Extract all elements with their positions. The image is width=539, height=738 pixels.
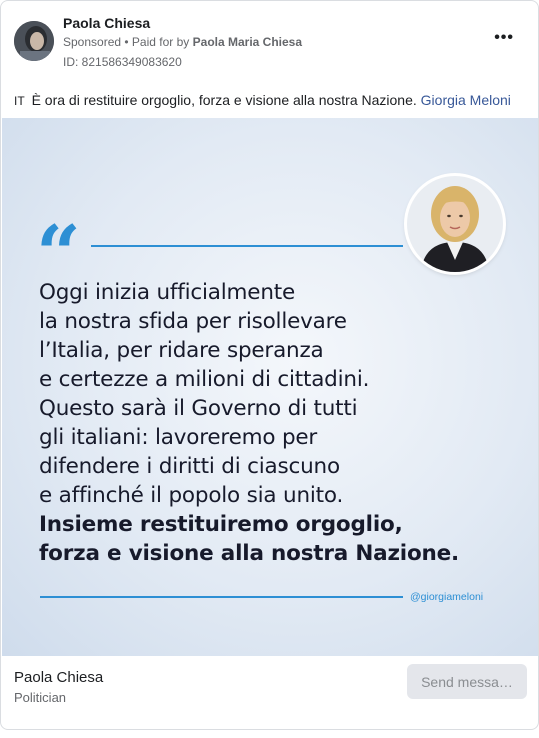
bottom-divider	[40, 596, 403, 598]
quote-line: la nostra sfida per risollevare	[39, 309, 347, 334]
quote-line: e certezze a milioni di cittadini.	[39, 367, 370, 392]
portrait-illustration	[407, 176, 503, 272]
ad-footer: Paola Chiesa Politician Send messa…	[1, 656, 538, 729]
ad-id: ID: 821586349083620	[63, 55, 182, 69]
quote-text: Oggi inizia ufficialmente la nostra sfid…	[39, 278, 509, 568]
ad-creative-image[interactable]: “ Oggi inizia ufficialmente la nostra sf…	[2, 118, 538, 656]
author-avatar[interactable]	[14, 21, 54, 61]
quote-line: gli italiani: lavoreremo per	[39, 425, 318, 450]
more-options-icon[interactable]: •••	[494, 29, 514, 47]
post-caption: IT È ora di restituire orgoglio, forza e…	[14, 92, 529, 108]
language-tag: IT	[14, 94, 25, 108]
caption-link[interactable]: Giorgia Meloni	[421, 92, 511, 108]
send-message-button[interactable]: Send messa…	[407, 664, 527, 699]
post-header: Paola Chiesa Sponsored • Paid for by Pao…	[1, 1, 538, 86]
portrait-photo	[407, 176, 503, 272]
avatar-photo	[14, 21, 54, 61]
ad-card: Paola Chiesa Sponsored • Paid for by Pao…	[0, 0, 539, 730]
top-divider	[91, 245, 403, 247]
quote-line-bold: Insieme restituiremo orgoglio,	[39, 512, 403, 537]
page-name[interactable]: Paola Chiesa	[14, 669, 103, 686]
caption-text: È ora di restituire orgoglio, forza e vi…	[31, 92, 417, 108]
quote-line: difendere i diritti di ciascuno	[39, 454, 340, 479]
page-category: Politician	[14, 690, 67, 705]
quote-line: l’Italia, per ridare speranza	[39, 338, 324, 363]
quote-line: Oggi inizia ufficialmente	[39, 280, 296, 305]
social-handle: @giorgiameloni	[410, 591, 484, 603]
quote-line: Questo sarà il Governo di tutti	[39, 396, 358, 421]
sponsored-meta: Sponsored • Paid for by Paola Maria Chie…	[63, 35, 302, 49]
sponsored-label: Sponsored	[63, 35, 122, 49]
quote-line-bold: forza e visione alla nostra Nazione.	[39, 541, 459, 566]
paid-for-label: • Paid for by	[124, 35, 190, 49]
author-name[interactable]: Paola Chiesa	[63, 15, 150, 31]
payer-name: Paola Maria Chiesa	[192, 35, 303, 49]
quote-line: e affinché il popolo sia unito.	[39, 483, 344, 508]
